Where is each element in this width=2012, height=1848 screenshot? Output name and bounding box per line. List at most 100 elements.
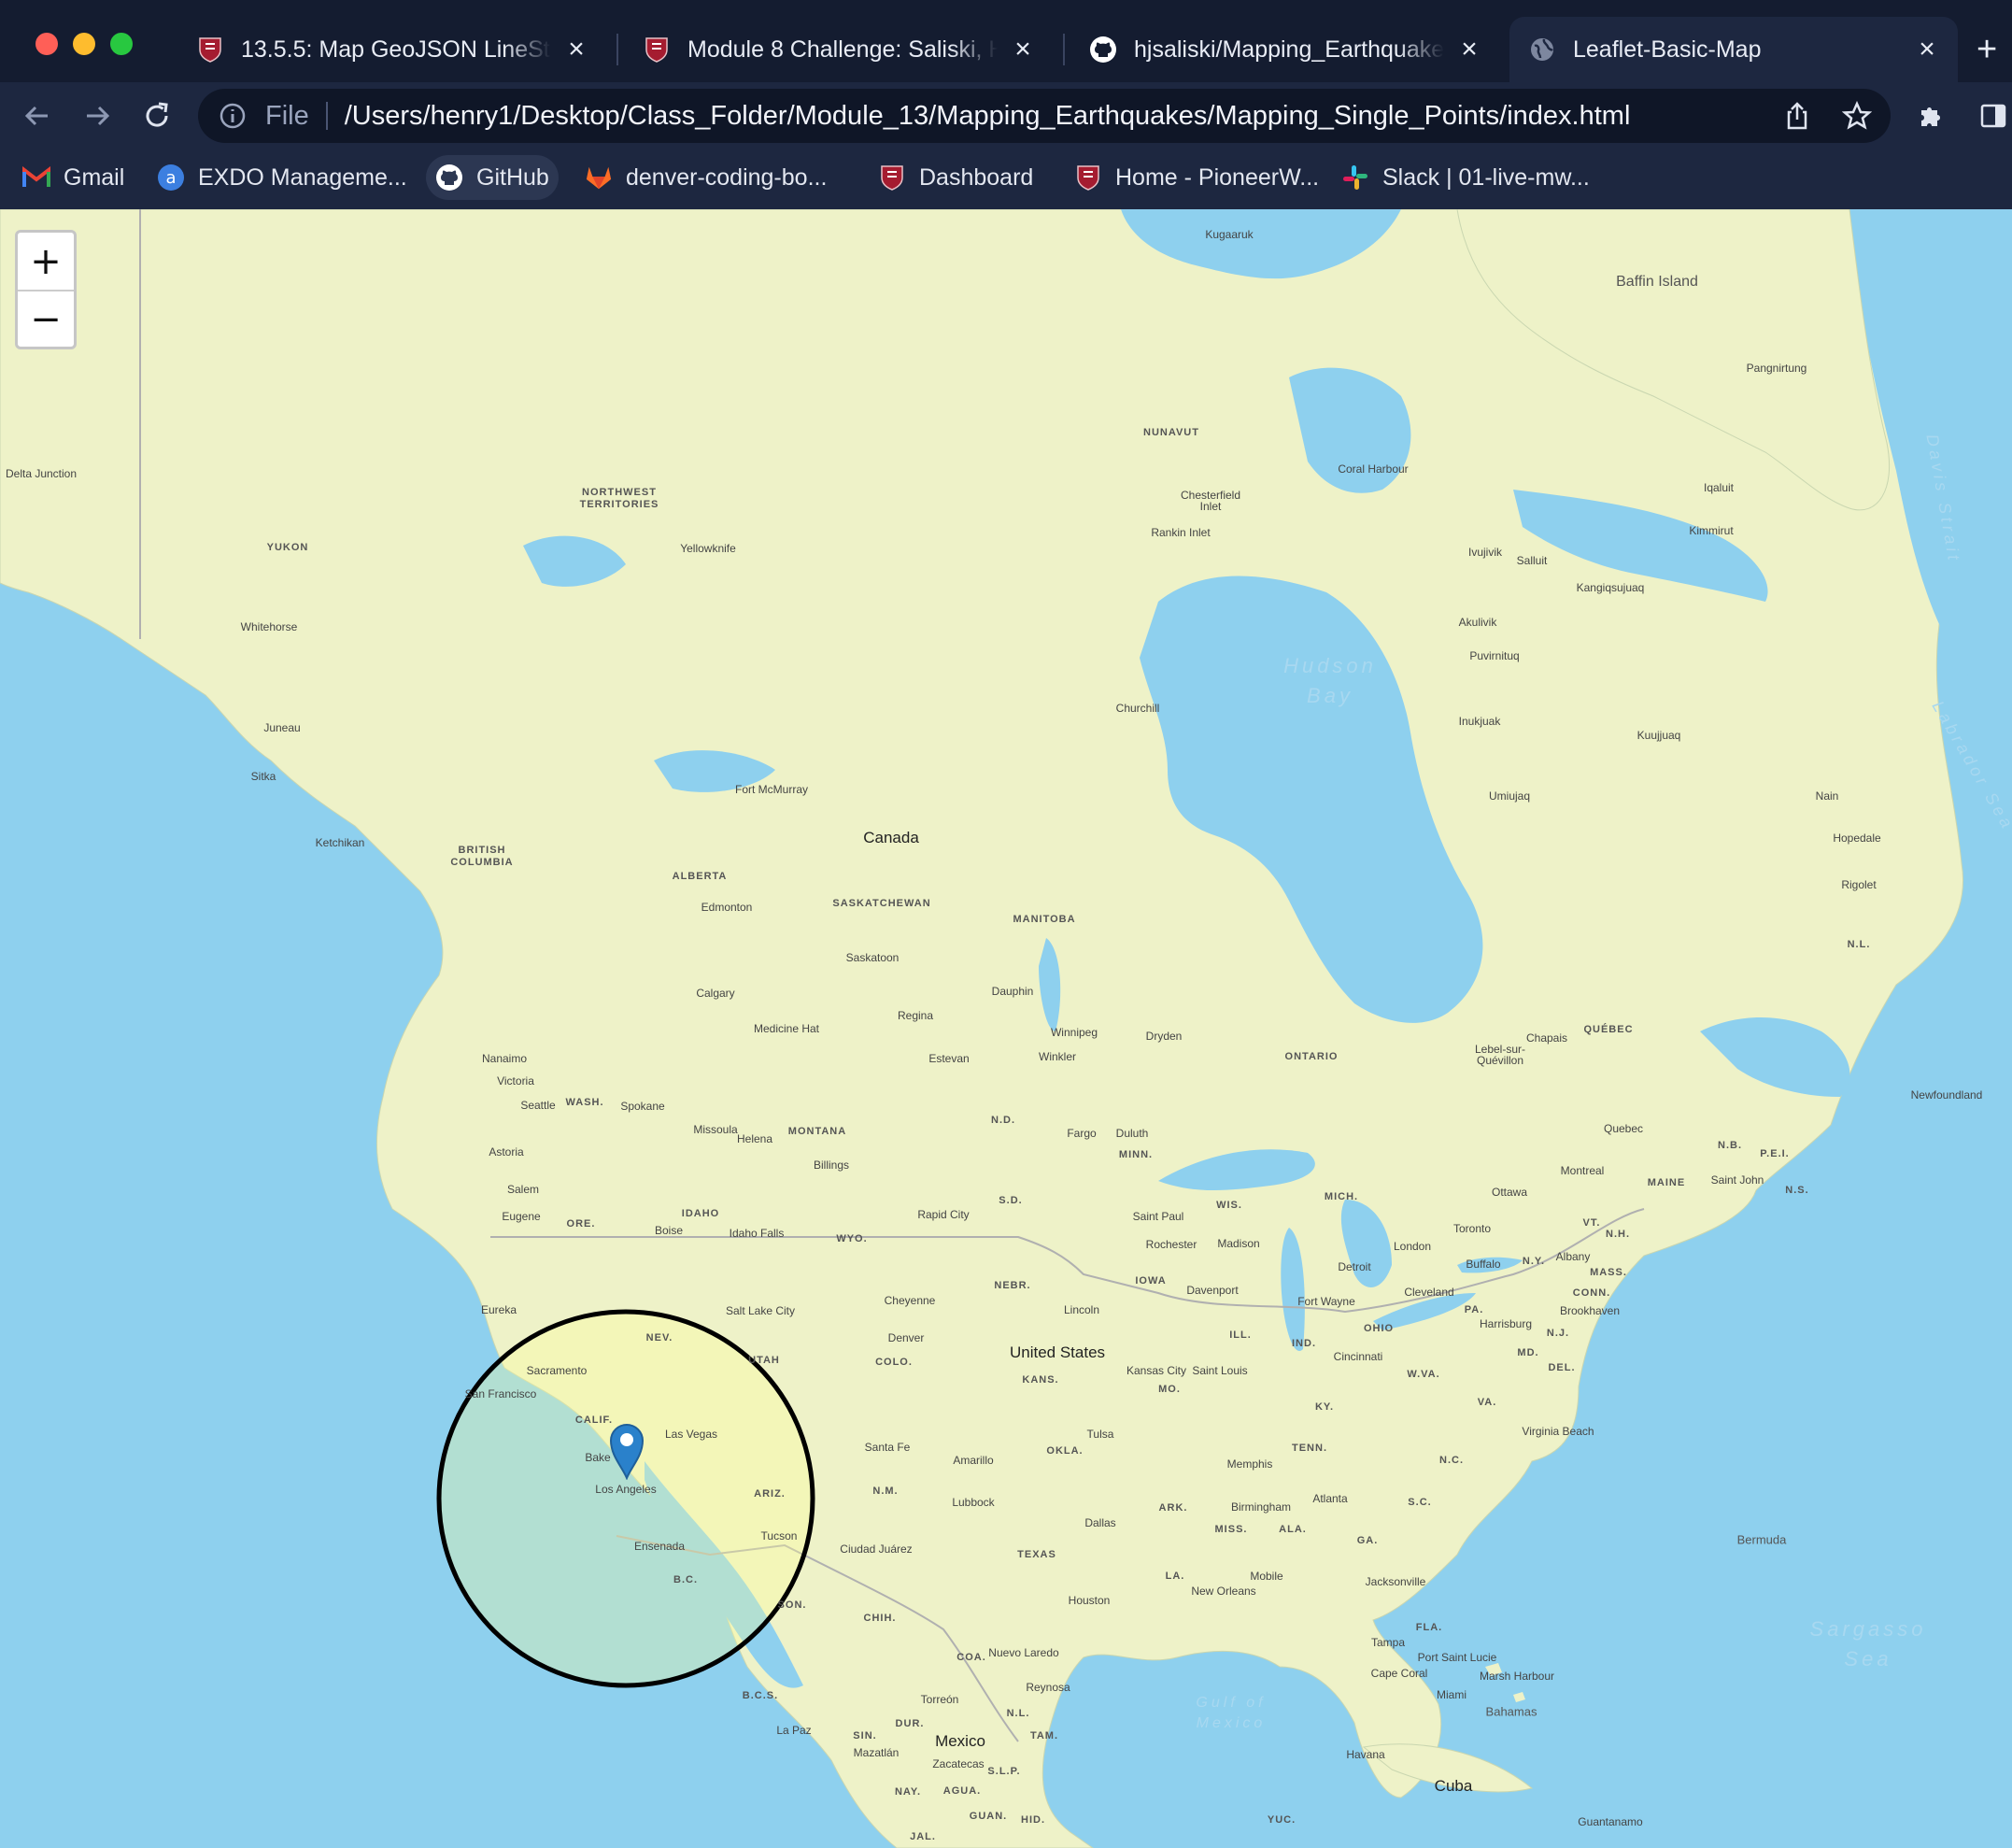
region-label: N.J. [1546, 1328, 1570, 1339]
plus-icon: + [1977, 29, 1998, 69]
city-label: Eugene [502, 1210, 541, 1223]
region-label: NAY. [894, 1786, 922, 1798]
region-label: KY. [1314, 1401, 1335, 1413]
url-scheme-label: File [265, 100, 309, 131]
region-label: ONTARIO [1284, 1051, 1339, 1062]
minimize-window-button[interactable] [73, 33, 95, 55]
city-label: Iqaluit [1703, 481, 1735, 494]
maximize-window-button[interactable] [110, 33, 133, 55]
forward-button[interactable] [75, 93, 120, 138]
tab-1[interactable]: 13.5.5: Map GeoJSON LineString Data × [177, 17, 607, 82]
zoom-in-button[interactable]: + [18, 233, 74, 290]
city-label: Winnipeg [1050, 1026, 1098, 1039]
university-shield-icon [878, 163, 906, 192]
tab-title: Module 8 Challenge: Saliski, Henry [687, 36, 998, 63]
city-label: Saskatoon [845, 951, 900, 964]
city-label: Nanaimo [481, 1052, 528, 1065]
bookmark-label: denver-coding-bo... [626, 163, 828, 191]
city-label: Cincinnati [1333, 1350, 1383, 1363]
close-icon[interactable]: × [1457, 34, 1481, 65]
map-pin-icon[interactable] [609, 1422, 645, 1481]
extensions-button[interactable] [1909, 93, 1954, 138]
bookmark-slack[interactable]: Slack | 01-live-mw... [1332, 155, 1599, 200]
new-tab-button[interactable]: + [1971, 17, 2012, 82]
city-label: Saint John [1710, 1173, 1764, 1187]
leaflet-map[interactable]: Canada United States Mexico Cuba Hudson B… [0, 209, 2012, 1848]
bookmark-dashboard[interactable]: Dashboard [869, 155, 1042, 200]
back-button[interactable] [15, 93, 60, 138]
region-label: IDAHO [681, 1208, 720, 1219]
side-panel-button[interactable] [1971, 93, 2012, 138]
region-label: GUAN. [969, 1811, 1008, 1822]
close-icon[interactable]: × [1915, 34, 1939, 65]
region-label: N.L. [1006, 1708, 1030, 1719]
tab-title: 13.5.5: Map GeoJSON LineString Data [241, 36, 551, 63]
tab-2[interactable]: Module 8 Challenge: Saliski, Henry × [624, 17, 1054, 82]
city-label: Brookhaven [1559, 1304, 1621, 1317]
bookmark-exdo[interactable]: a EXDO Manageme... [148, 155, 417, 200]
region-label: MINN. [1118, 1149, 1154, 1160]
zoom-out-button[interactable]: − [18, 290, 74, 347]
region-label: MISS. [1214, 1524, 1248, 1535]
city-label: Winkler [1038, 1050, 1077, 1063]
region-label: NEBR. [994, 1280, 1031, 1291]
close-icon[interactable]: × [564, 34, 588, 65]
close-window-button[interactable] [35, 33, 58, 55]
city-label: Tucson [760, 1529, 798, 1542]
island-label: Bahamas [1485, 1704, 1537, 1719]
city-label: Havana [1346, 1748, 1385, 1761]
city-label: Marsh Harbour [1479, 1670, 1555, 1683]
city-label: Saint Louis [1192, 1364, 1248, 1377]
city-label: Los Angeles [595, 1483, 657, 1496]
city-label: Madison [1217, 1237, 1260, 1250]
bookmarks-bar: Gmail a EXDO Manageme... GitHub denver-c… [0, 149, 2012, 209]
region-label: WASH. [565, 1097, 604, 1108]
bookmark-github[interactable]: GitHub [426, 155, 559, 200]
region-label: N.Y. [1522, 1256, 1546, 1267]
country-label: United States [1009, 1343, 1106, 1361]
bookmark-star-button[interactable] [1835, 93, 1879, 138]
close-icon[interactable]: × [1011, 34, 1035, 65]
city-label: Miami [1437, 1688, 1466, 1701]
city-label: Inukjuak [1458, 715, 1501, 728]
tab-separator [616, 34, 618, 65]
arrow-right-icon [87, 106, 110, 126]
bookmark-pioneerweb[interactable]: Home - PioneerW... [1065, 155, 1328, 200]
city-label: Lubbock [952, 1496, 995, 1509]
city-label: Astoria [489, 1145, 524, 1159]
url-text[interactable]: /Users/henry1/Desktop/Class_Folder/Modul… [345, 101, 1631, 132]
tab-title: hjsaliski/Mapping_Earthquakes [1134, 36, 1444, 63]
region-label: SON. [777, 1599, 807, 1611]
puzzle-icon [1921, 107, 1940, 126]
region-label: YUC. [1267, 1814, 1296, 1826]
gmail-icon [22, 163, 50, 192]
city-label: Nuevo Laredo [988, 1646, 1059, 1659]
region-label: N.D. [991, 1115, 1015, 1126]
city-label: Lincoln [1063, 1303, 1100, 1316]
region-label: LA. [1165, 1571, 1185, 1582]
city-label: Salluit [1516, 554, 1548, 567]
region-label: MO. [1158, 1384, 1181, 1395]
tab-3[interactable]: hjsaliski/Mapping_Earthquakes × [1070, 17, 1500, 82]
region-label: CALIF. [574, 1414, 614, 1426]
city-label: Montreal [1560, 1164, 1605, 1177]
city-label: Salt Lake City [725, 1304, 796, 1317]
address-bar[interactable]: File /Users/henry1/Desktop/Class_Folder/… [198, 89, 1891, 143]
city-label: Ottawa [1491, 1186, 1528, 1199]
region-label: KANS. [1022, 1374, 1059, 1386]
reload-button[interactable] [135, 93, 179, 138]
city-label: Bake [585, 1451, 611, 1464]
bookmark-gmail[interactable]: Gmail [13, 155, 134, 200]
city-label: Spokane [620, 1100, 665, 1113]
region-label: WYO. [836, 1233, 868, 1244]
bookmark-gitlab[interactable]: denver-coding-bo... [575, 155, 836, 200]
city-label: Fort McMurray [735, 783, 808, 796]
region-label: TEXAS [1017, 1549, 1056, 1560]
city-label: Cleveland [1404, 1286, 1454, 1299]
tab-4-active[interactable]: Leaflet-Basic-Map × [1509, 17, 1958, 82]
share-button[interactable] [1775, 93, 1820, 138]
region-label: S.D. [999, 1195, 1023, 1206]
info-icon[interactable] [219, 102, 247, 130]
divider [325, 102, 328, 130]
city-label: Kugaaruk [1205, 228, 1254, 241]
